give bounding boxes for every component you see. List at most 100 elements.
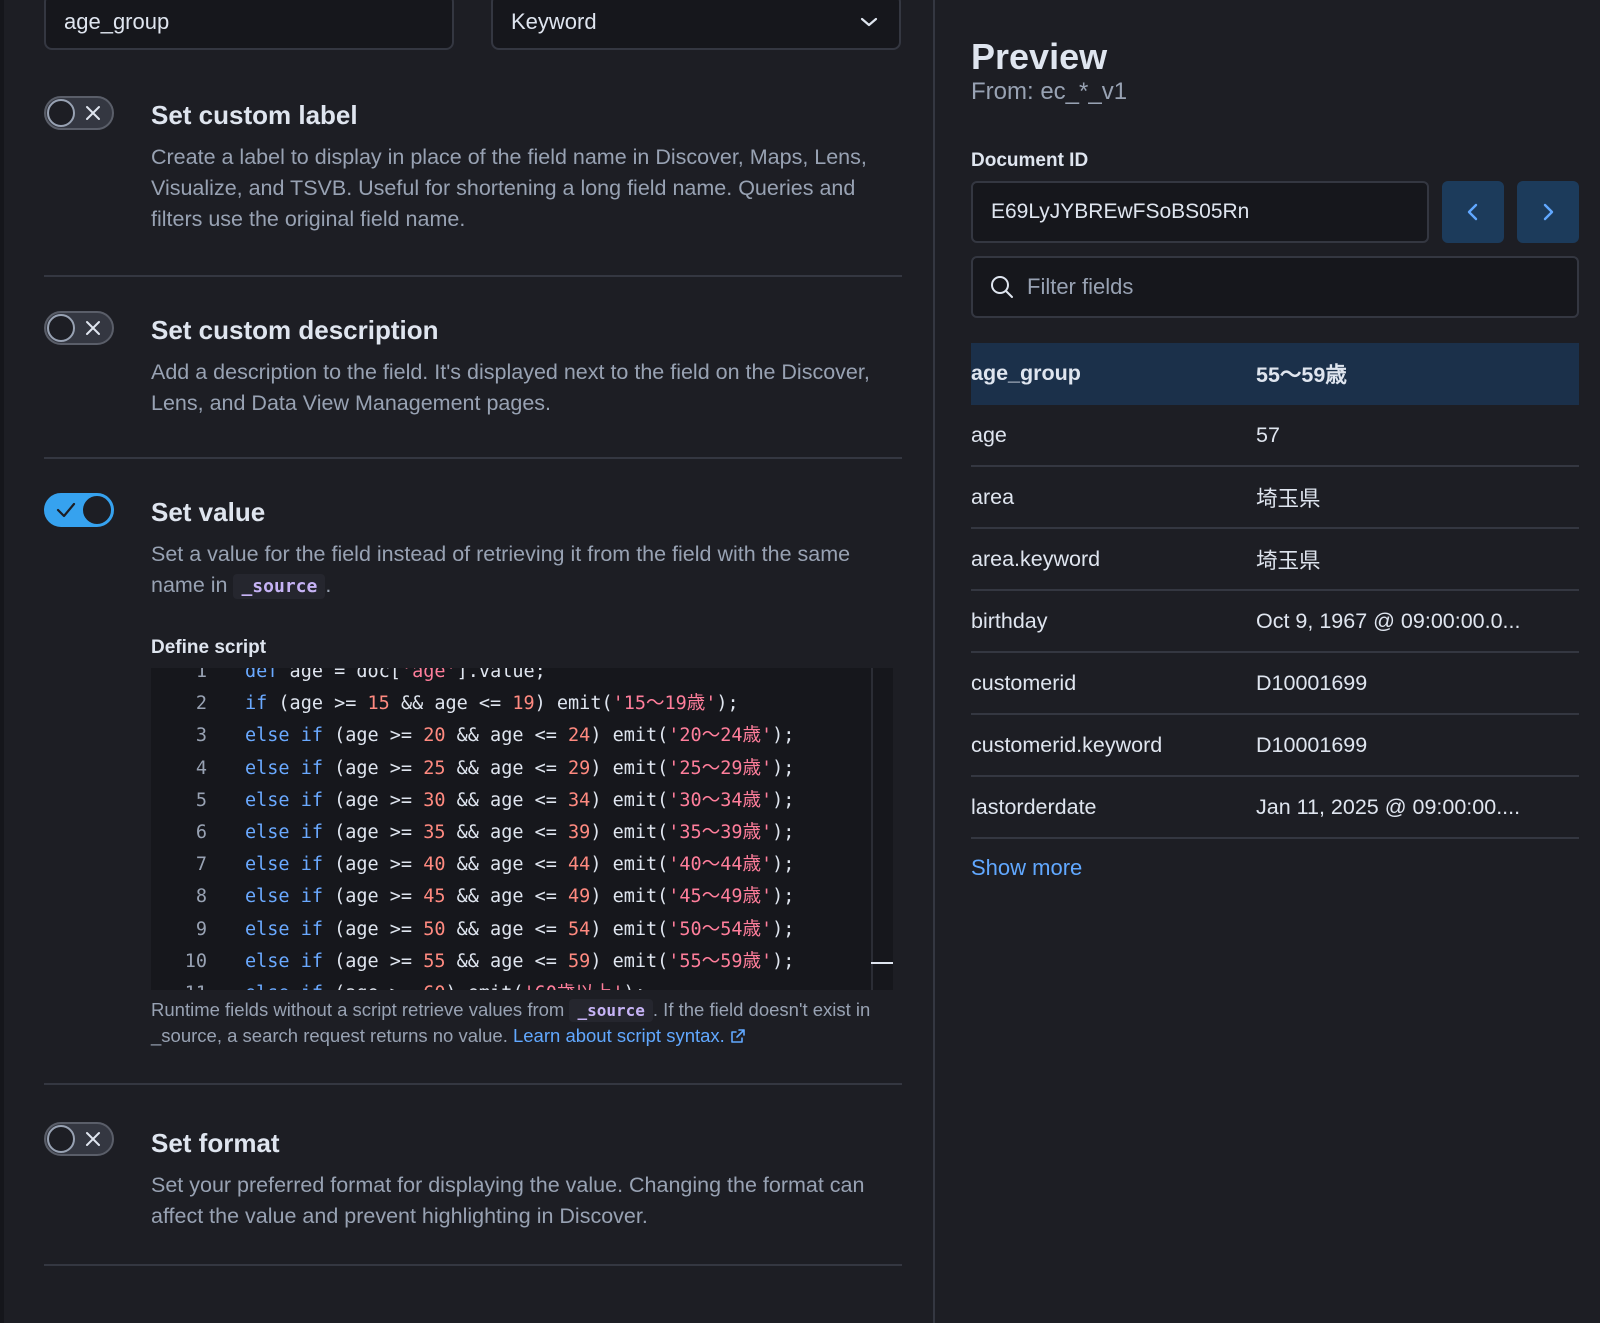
help-text: Runtime fields without a script retrieve… [151, 999, 570, 1020]
code-text: (age >= [322, 822, 424, 843]
toggle-knob [83, 496, 111, 524]
script-help-text: Runtime fields without a script retrieve… [151, 997, 911, 1048]
field-value: Oct 9, 1967 @ 09:00:00.0... [1256, 608, 1521, 633]
code-string: '55〜59歳' [668, 950, 773, 972]
line-number: 2 [195, 693, 207, 715]
code-keyword: else if [245, 950, 323, 972]
code-number: 15 [367, 693, 390, 715]
code-text: && age <= [445, 886, 569, 908]
document-id-input[interactable]: E69LyJYBREwFSoBS05Rn [971, 181, 1429, 243]
code-text: (age >= [322, 918, 424, 940]
code-string: 'age' [400, 668, 457, 682]
set-format-toggle[interactable] [44, 1122, 114, 1156]
code-line: 2 if (age >= 15 && age <= 19) emit('15〜19… [151, 688, 739, 720]
code-text: (age >= [322, 886, 424, 908]
toggle-knob [47, 314, 75, 342]
set-format-description: Set your preferred format for displaying… [151, 1173, 865, 1228]
set-value-title: Set value [151, 497, 266, 527]
field-editor-panel: age_group Keyword Set custom label Creat… [0, 0, 933, 1323]
field-row-birthday[interactable]: birthday Oct 9, 1967 @ 09:00:00.0... [971, 591, 1579, 653]
code-text: ); [772, 950, 795, 972]
code-text: ); [772, 854, 795, 876]
code-text: && age <= [445, 725, 569, 747]
next-document-button[interactable] [1517, 181, 1579, 243]
line-number: 3 [195, 725, 207, 747]
code-number: 44 [568, 854, 591, 876]
set-value-description: Set a value for the field instead of ret… [151, 539, 891, 602]
preview-fields-list: age_group 55〜59歳 age 57 area 埼玉県 area.keyword 埼… [971, 343, 1579, 839]
code-line: 9 else if (age >= 50 && age <= 54) emit('… [151, 914, 795, 946]
editor-scroll-thumb[interactable] [871, 962, 893, 964]
code-number: 39 [568, 822, 591, 843]
show-more-link[interactable]: Show more [971, 855, 1082, 881]
line-number: 1 [195, 668, 207, 682]
script-editor[interactable]: 1 def age = doc['age'].value; 2 if (age >= … [151, 668, 893, 990]
close-icon [86, 1132, 100, 1146]
script-syntax-link[interactable]: Learn about script syntax. [513, 1025, 725, 1046]
code-text: ) emit( [590, 950, 669, 972]
code-line: 1 def age = doc['age'].value; [151, 668, 546, 688]
toggle-knob [47, 1125, 75, 1153]
code-text: ); [716, 693, 739, 715]
set-value-section: Set value Set a value for the field inst… [44, 493, 902, 1053]
divider [44, 457, 902, 459]
code-keyword: else if [245, 854, 323, 876]
field-row-age_group[interactable]: age_group 55〜59歳 [971, 343, 1579, 405]
code-number: 20 [423, 725, 446, 747]
divider [44, 1083, 902, 1085]
custom-description-toggle[interactable] [44, 311, 114, 345]
code-number: 34 [568, 789, 591, 811]
field-row-age[interactable]: age 57 [971, 405, 1579, 467]
code-text: ) emit( [590, 918, 669, 940]
search-icon [991, 276, 1013, 298]
code-keyword: else if [245, 757, 323, 779]
code-line: 10 else if (age >= 55 && age <= 59) emit(… [151, 946, 795, 978]
field-value: D10001699 [1256, 732, 1368, 757]
code-line: 4 else if (age >= 25 && age <= 29) emit('… [151, 753, 795, 785]
code-number: 24 [568, 725, 591, 747]
field-value: 57 [1256, 422, 1280, 447]
code-text: ); [772, 822, 795, 843]
field-name-value: age_group [64, 9, 170, 34]
editor-scrollbar[interactable] [871, 668, 893, 990]
code-number: 54 [568, 918, 591, 940]
code-text: ) emit( [590, 789, 669, 811]
code-text: && age <= [445, 757, 569, 779]
field-name-input[interactable]: age_group [44, 0, 454, 50]
filter-fields-input[interactable]: Filter fields [971, 256, 1579, 318]
code-text: (age >= [322, 854, 424, 876]
code-text: ); [772, 886, 795, 908]
custom-description-text: Add a description to the field. It's dis… [151, 360, 870, 415]
field-value: 埼玉県 [1256, 486, 1321, 511]
code-number: 35 [423, 822, 446, 843]
field-row-area[interactable]: area 埼玉県 [971, 467, 1579, 529]
external-link-icon[interactable] [730, 1028, 746, 1044]
line-number: 5 [195, 789, 207, 811]
code-text: ); [772, 725, 795, 747]
preview-source: From: ec_*_v1 [971, 78, 1128, 105]
code-text: && age <= [445, 950, 569, 972]
check-icon [56, 502, 76, 518]
previous-document-button[interactable] [1442, 181, 1504, 243]
field-row-area-keyword[interactable]: area.keyword 埼玉県 [971, 529, 1579, 591]
line-number: 7 [195, 854, 207, 876]
code-text: && age <= [445, 854, 569, 876]
code-text: ); [772, 757, 795, 779]
code-string: '40〜44歳' [668, 854, 773, 876]
field-row-customerid-keyword[interactable]: customerid.keyword D10001699 [971, 715, 1579, 777]
field-type-select[interactable]: Keyword [491, 0, 901, 50]
code-number: 30 [423, 789, 446, 811]
custom-label-toggle[interactable] [44, 96, 114, 130]
code-string: '25〜29歳' [668, 757, 773, 779]
code-text: && age <= [445, 918, 569, 940]
code-number: 60 [423, 983, 445, 990]
field-row-lastorderdate[interactable]: lastorderdate Jan 11, 2025 @ 09:00:00.... [971, 777, 1579, 839]
chevron-down-icon [860, 17, 878, 27]
line-number: 8 [195, 886, 207, 908]
code-line: 6 else if (age >= 35 && age <= 39) emit('… [151, 817, 795, 849]
set-value-toggle[interactable] [44, 493, 114, 527]
code-number: 55 [423, 950, 446, 972]
code-text: age = doc[ [278, 668, 401, 682]
document-id-label: Document ID [971, 150, 1089, 171]
field-row-customerid[interactable]: customerid D10001699 [971, 653, 1579, 715]
